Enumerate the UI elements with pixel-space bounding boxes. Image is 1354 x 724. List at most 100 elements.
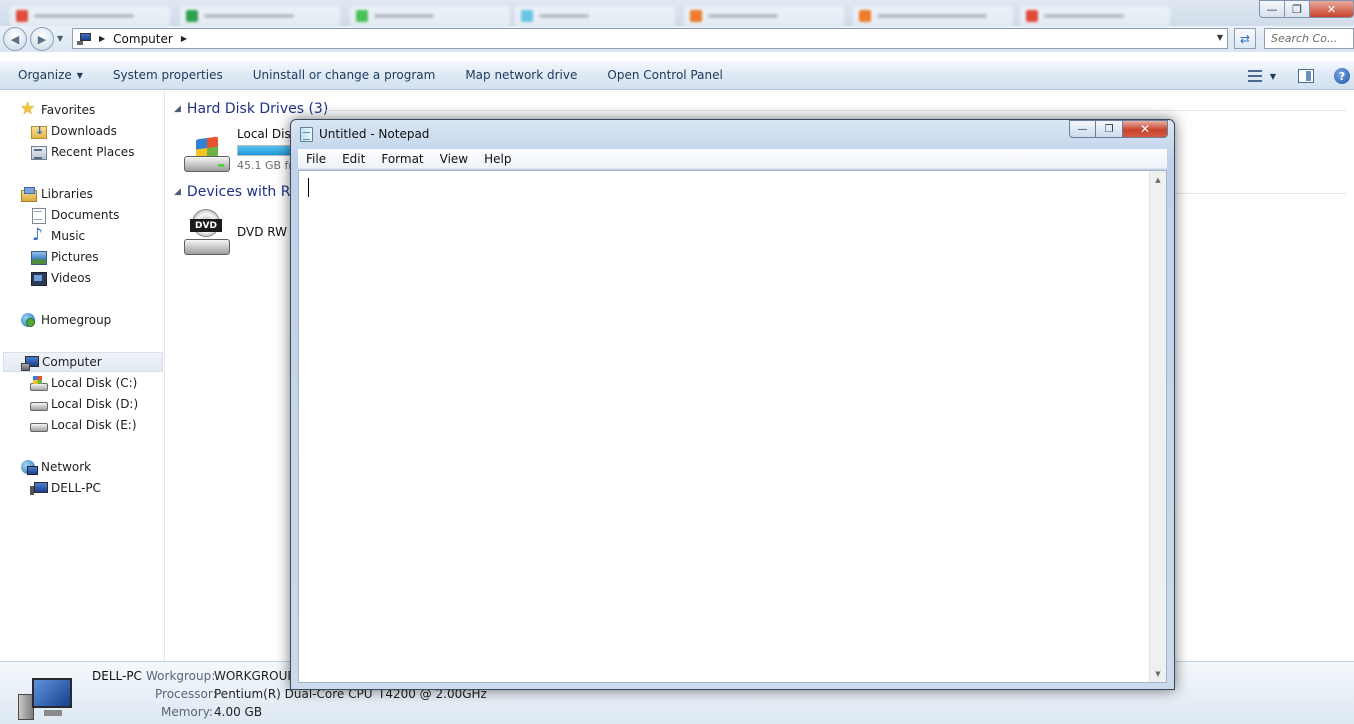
dvd-label: DVD bbox=[190, 219, 222, 232]
drive-usage-fill bbox=[238, 146, 292, 155]
menu-format[interactable]: Format bbox=[373, 152, 431, 166]
notepad-window[interactable]: Untitled - Notepad — ❐ ✕ File Edit Forma… bbox=[290, 119, 1175, 690]
navigation-pane: Favorites Downloads Recent Places Librar… bbox=[0, 91, 165, 661]
notepad-maximize-button[interactable]: ❐ bbox=[1096, 120, 1123, 138]
back-button[interactable]: ◀ bbox=[3, 27, 27, 51]
nav-libraries[interactable]: Libraries bbox=[0, 184, 164, 204]
nav-downloads[interactable]: Downloads bbox=[0, 121, 164, 141]
organize-label: Organize bbox=[18, 68, 72, 82]
workgroup-value: WORKGROUP bbox=[214, 669, 295, 683]
menu-help[interactable]: Help bbox=[476, 152, 519, 166]
nav-documents[interactable]: Documents bbox=[0, 205, 164, 225]
notepad-close-button[interactable]: ✕ bbox=[1123, 120, 1168, 138]
music-note-icon bbox=[30, 225, 46, 245]
explorer-window-controls: — ❐ ✕ bbox=[1259, 0, 1354, 20]
preview-pane-icon[interactable] bbox=[1298, 69, 1314, 83]
hard-disk-drives-header[interactable]: ◢ Hard Disk Drives (3) bbox=[174, 101, 328, 117]
menu-file[interactable]: File bbox=[298, 152, 334, 166]
drive-icon bbox=[30, 417, 48, 433]
breadcrumb-separator-icon[interactable]: ▶ bbox=[99, 34, 105, 43]
breadcrumb-expand-icon[interactable]: ▶ bbox=[181, 34, 187, 43]
nav-network[interactable]: Network bbox=[0, 457, 164, 477]
star-icon bbox=[20, 99, 36, 119]
videos-icon bbox=[30, 270, 47, 286]
scroll-up-icon[interactable]: ▲ bbox=[1150, 171, 1166, 188]
computer-icon bbox=[18, 676, 76, 722]
background-tab bbox=[180, 6, 340, 26]
nav-label: Documents bbox=[51, 208, 120, 222]
nav-local-disk-c[interactable]: Local Disk (C:) bbox=[0, 373, 164, 393]
nav-pictures[interactable]: Pictures bbox=[0, 247, 164, 267]
nav-label: Local Disk (C:) bbox=[51, 376, 138, 390]
uninstall-program-button[interactable]: Uninstall or change a program bbox=[238, 62, 451, 88]
close-button[interactable]: ✕ bbox=[1310, 0, 1354, 18]
command-bar-right: ▼ ? bbox=[1247, 61, 1354, 91]
minimize-button[interactable]: — bbox=[1259, 0, 1285, 18]
map-network-drive-button[interactable]: Map network drive bbox=[450, 62, 592, 88]
menu-edit[interactable]: Edit bbox=[334, 152, 373, 166]
computer-icon bbox=[77, 32, 91, 45]
change-view-icon[interactable] bbox=[1247, 70, 1262, 82]
nav-dell-pc[interactable]: DELL-PC bbox=[0, 478, 164, 498]
view-options-dropdown[interactable]: ▼ bbox=[1270, 72, 1276, 81]
libraries-icon bbox=[20, 186, 37, 202]
organize-button[interactable]: Organize ▼ bbox=[0, 62, 98, 88]
devices-removable-header[interactable]: ◢ Devices with Re bbox=[174, 184, 298, 200]
nav-label: Network bbox=[41, 460, 92, 474]
background-tab bbox=[853, 6, 1013, 26]
address-row: ◀ ▶ ▼ ▶ Computer ▶ ▼ ⇄ bbox=[0, 26, 1354, 52]
refresh-button[interactable]: ⇄ bbox=[1234, 28, 1256, 49]
forward-button[interactable]: ▶ bbox=[30, 27, 54, 51]
chevron-down-icon: ▼ bbox=[76, 70, 83, 80]
notepad-title: Untitled - Notepad bbox=[319, 127, 430, 141]
notepad-menu-bar: File Edit Format View Help bbox=[298, 149, 1167, 169]
group-divider bbox=[326, 110, 1346, 111]
homegroup-icon bbox=[20, 312, 36, 328]
system-drive-icon bbox=[30, 375, 48, 391]
forward-arrow-icon: ▶ bbox=[37, 32, 47, 46]
processor-label: Processor: bbox=[155, 687, 217, 701]
scroll-down-icon[interactable]: ▼ bbox=[1150, 665, 1166, 682]
nav-label: Recent Places bbox=[51, 145, 135, 159]
address-dropdown-icon[interactable]: ▼ bbox=[1217, 33, 1223, 42]
nav-recent-places[interactable]: Recent Places bbox=[0, 142, 164, 162]
nav-label: Downloads bbox=[51, 124, 117, 138]
recent-pages-dropdown[interactable]: ▼ bbox=[57, 34, 63, 43]
dvd-drive-icon: DVD bbox=[184, 209, 230, 257]
nav-label: Homegroup bbox=[41, 313, 112, 327]
menu-view[interactable]: View bbox=[432, 152, 476, 166]
address-bar[interactable]: ▶ Computer ▶ ▼ bbox=[72, 28, 1228, 49]
system-properties-button[interactable]: System properties bbox=[98, 62, 238, 88]
maximize-button[interactable]: ❐ bbox=[1285, 0, 1310, 18]
nav-favorites[interactable]: Favorites bbox=[0, 99, 164, 120]
help-icon[interactable]: ? bbox=[1334, 68, 1350, 84]
notepad-text-area[interactable]: ▲ ▼ bbox=[298, 170, 1167, 683]
group-header-label: Hard Disk Drives (3) bbox=[186, 101, 329, 117]
open-control-panel-button[interactable]: Open Control Panel bbox=[592, 62, 737, 88]
system-drive-icon bbox=[184, 136, 232, 174]
background-tab bbox=[515, 6, 675, 26]
back-arrow-icon: ◀ bbox=[10, 32, 20, 46]
nav-videos[interactable]: Videos bbox=[0, 268, 164, 288]
background-tab bbox=[1020, 6, 1170, 26]
search-input[interactable] bbox=[1271, 32, 1353, 45]
nav-label: Pictures bbox=[51, 250, 99, 264]
command-bar: Organize ▼ System properties Uninstall or… bbox=[0, 60, 1354, 90]
nav-label: Videos bbox=[51, 271, 91, 285]
nav-label: Local Disk (E:) bbox=[51, 418, 137, 432]
nav-homegroup[interactable]: Homegroup bbox=[0, 310, 164, 330]
memory-value: 4.00 GB bbox=[214, 705, 263, 719]
nav-local-disk-d[interactable]: Local Disk (D:) bbox=[0, 394, 164, 414]
background-tab bbox=[10, 6, 170, 26]
vertical-scrollbar[interactable]: ▲ ▼ bbox=[1149, 171, 1166, 682]
group-header-label: Devices with Re bbox=[186, 184, 299, 200]
nav-computer[interactable]: Computer bbox=[3, 352, 163, 372]
search-box[interactable] bbox=[1264, 28, 1354, 49]
nav-music[interactable]: Music bbox=[0, 225, 164, 246]
nav-local-disk-e[interactable]: Local Disk (E:) bbox=[0, 415, 164, 435]
breadcrumb-computer[interactable]: Computer bbox=[113, 32, 173, 46]
nav-label: Local Disk (D:) bbox=[51, 397, 139, 411]
notepad-icon[interactable] bbox=[300, 127, 313, 142]
notepad-minimize-button[interactable]: — bbox=[1069, 120, 1096, 138]
computer-icon bbox=[21, 354, 39, 371]
